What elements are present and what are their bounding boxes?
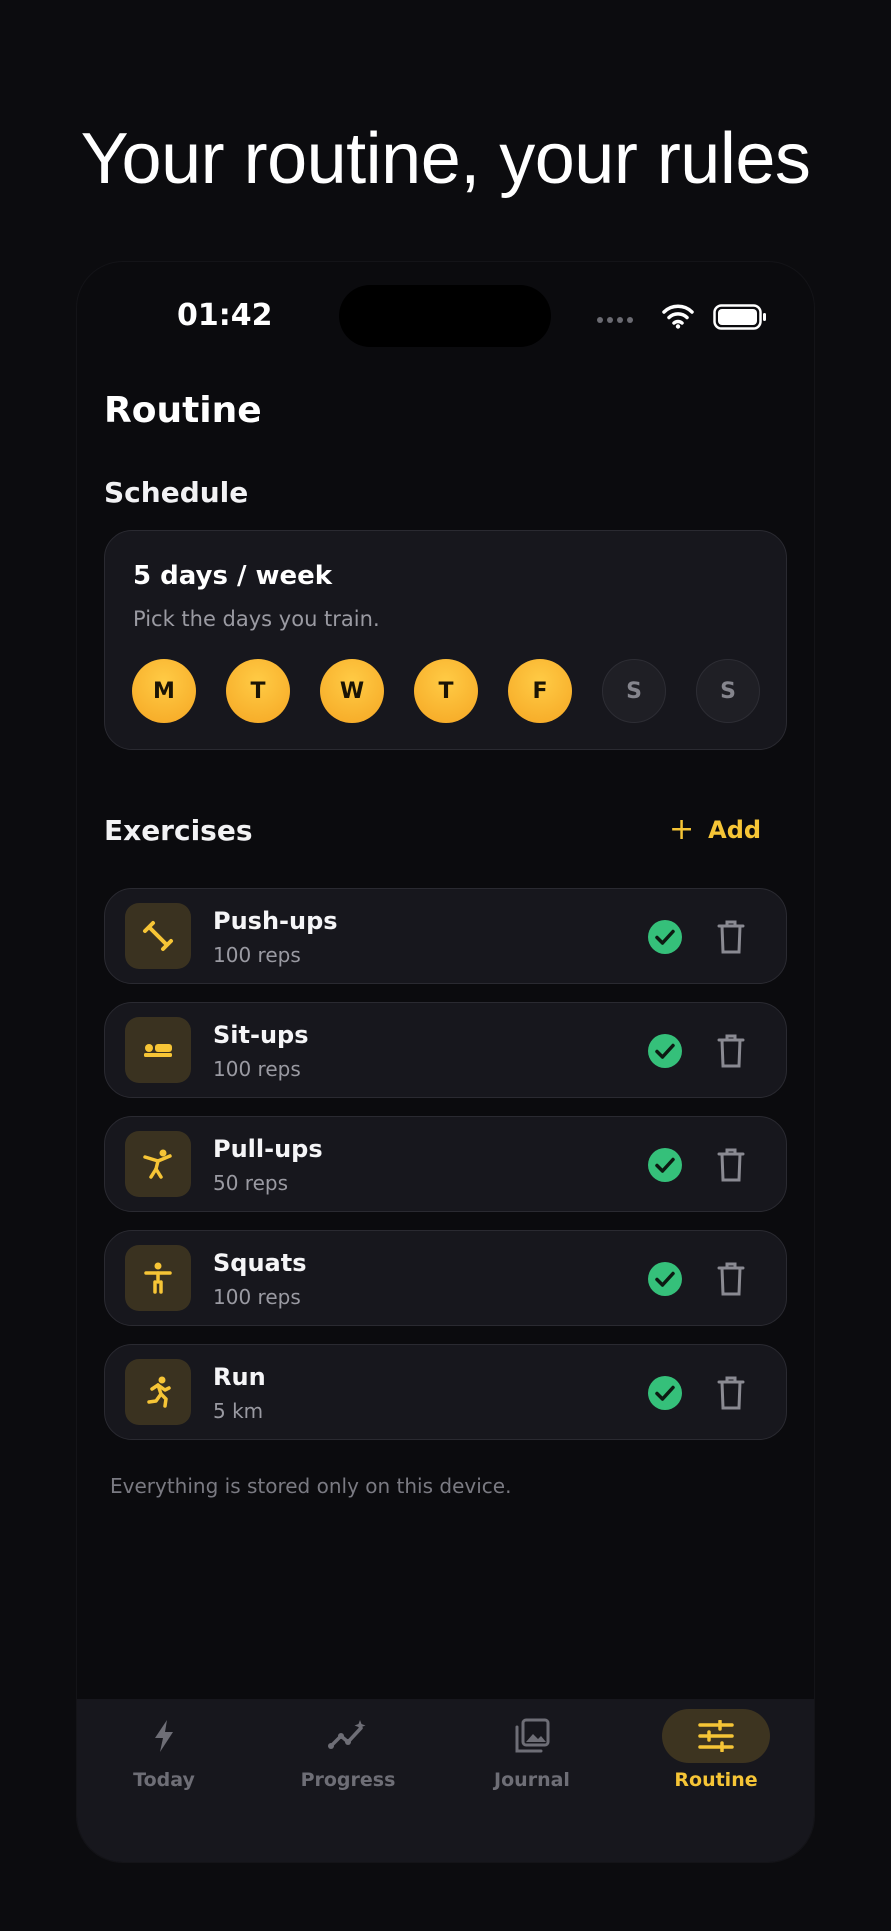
exercise-row[interactable]: Pull-ups 50 reps — [104, 1116, 787, 1212]
exercise-amount: 100 reps — [213, 943, 301, 967]
plus-icon: + — [669, 812, 695, 847]
trash-icon[interactable] — [717, 1147, 745, 1183]
check-circle-icon[interactable] — [647, 919, 683, 955]
exercise-name: Sit-ups — [213, 1021, 309, 1049]
exercise-amount: 100 reps — [213, 1057, 301, 1081]
day-toggle-saturday[interactable]: S — [602, 659, 666, 723]
exercise-list: Push-ups 100 reps Sit-ups 100 reps Pull-… — [104, 888, 787, 1458]
trash-icon[interactable] — [717, 919, 745, 955]
schedule-hint: Pick the days you train. — [133, 607, 380, 631]
bed-icon — [144, 1044, 172, 1057]
bolt-icon — [155, 1720, 173, 1752]
tab-routine[interactable]: Routine — [641, 1699, 791, 1819]
day-toggle-thursday[interactable]: T — [414, 659, 478, 723]
battery-icon — [713, 304, 766, 330]
exercise-amount: 50 reps — [213, 1171, 289, 1195]
day-toggle-monday[interactable]: M — [132, 659, 196, 723]
schedule-section-title: Schedule — [104, 476, 249, 509]
schedule-summary: 5 days / week — [133, 561, 333, 591]
status-time: 01:42 — [177, 298, 273, 333]
check-circle-icon[interactable] — [647, 1261, 683, 1297]
phone-frame: 01:42 Routine Schedule 5 days / week Pic… — [77, 262, 814, 1862]
day-toggle-wednesday[interactable]: W — [320, 659, 384, 723]
trend-icon — [328, 1720, 366, 1749]
trash-icon[interactable] — [717, 1033, 745, 1069]
tab-label: Journal — [494, 1769, 570, 1791]
exercise-row[interactable]: Squats 100 reps — [104, 1230, 787, 1326]
add-exercise-button[interactable]: + Add — [669, 815, 761, 845]
storage-footnote: Everything is stored only on this device… — [110, 1474, 512, 1498]
status-icons — [597, 302, 787, 330]
day-toggle-sunday[interactable]: S — [696, 659, 760, 723]
exercises-section-title: Exercises — [104, 814, 253, 847]
check-circle-icon[interactable] — [647, 1033, 683, 1069]
trash-icon[interactable] — [717, 1261, 745, 1297]
person-icon — [144, 1262, 172, 1294]
wifi-icon — [662, 304, 694, 329]
tab-label: Today — [133, 1769, 195, 1791]
exercise-row[interactable]: Sit-ups 100 reps — [104, 1002, 787, 1098]
tab-progress[interactable]: Progress — [273, 1699, 423, 1819]
signal-dots-icon — [597, 317, 633, 323]
exercise-row[interactable]: Run 5 km — [104, 1344, 787, 1440]
tab-journal[interactable]: Journal — [457, 1699, 607, 1819]
tab-today[interactable]: Today — [89, 1699, 239, 1819]
add-label: Add — [708, 816, 762, 844]
tab-label: Progress — [300, 1769, 396, 1791]
day-selector: M T W T F S S — [132, 659, 760, 723]
photos-icon — [515, 1718, 550, 1753]
trash-icon[interactable] — [717, 1375, 745, 1411]
check-circle-icon[interactable] — [647, 1375, 683, 1411]
exercise-name: Squats — [213, 1249, 307, 1277]
exercise-name: Run — [213, 1363, 266, 1391]
martial-arts-icon — [143, 1149, 172, 1179]
day-toggle-tuesday[interactable]: T — [226, 659, 290, 723]
page-title: Routine — [104, 390, 262, 431]
exercise-amount: 100 reps — [213, 1285, 301, 1309]
tab-bar: Today Progress Journal Routine — [77, 1699, 814, 1862]
exercise-row[interactable]: Push-ups 100 reps — [104, 888, 787, 984]
dumbbell-icon — [143, 921, 173, 951]
exercise-amount: 5 km — [213, 1399, 264, 1423]
running-icon — [147, 1376, 171, 1408]
day-toggle-friday[interactable]: F — [508, 659, 572, 723]
tab-label: Routine — [674, 1769, 758, 1791]
headline: Your routine, your rules — [80, 119, 811, 199]
dynamic-island — [339, 285, 551, 347]
exercise-name: Push-ups — [213, 907, 338, 935]
schedule-card: 5 days / week Pick the days you train. M… — [104, 530, 787, 750]
exercise-name: Pull-ups — [213, 1135, 323, 1163]
check-circle-icon[interactable] — [647, 1147, 683, 1183]
sliders-icon — [698, 1720, 734, 1752]
